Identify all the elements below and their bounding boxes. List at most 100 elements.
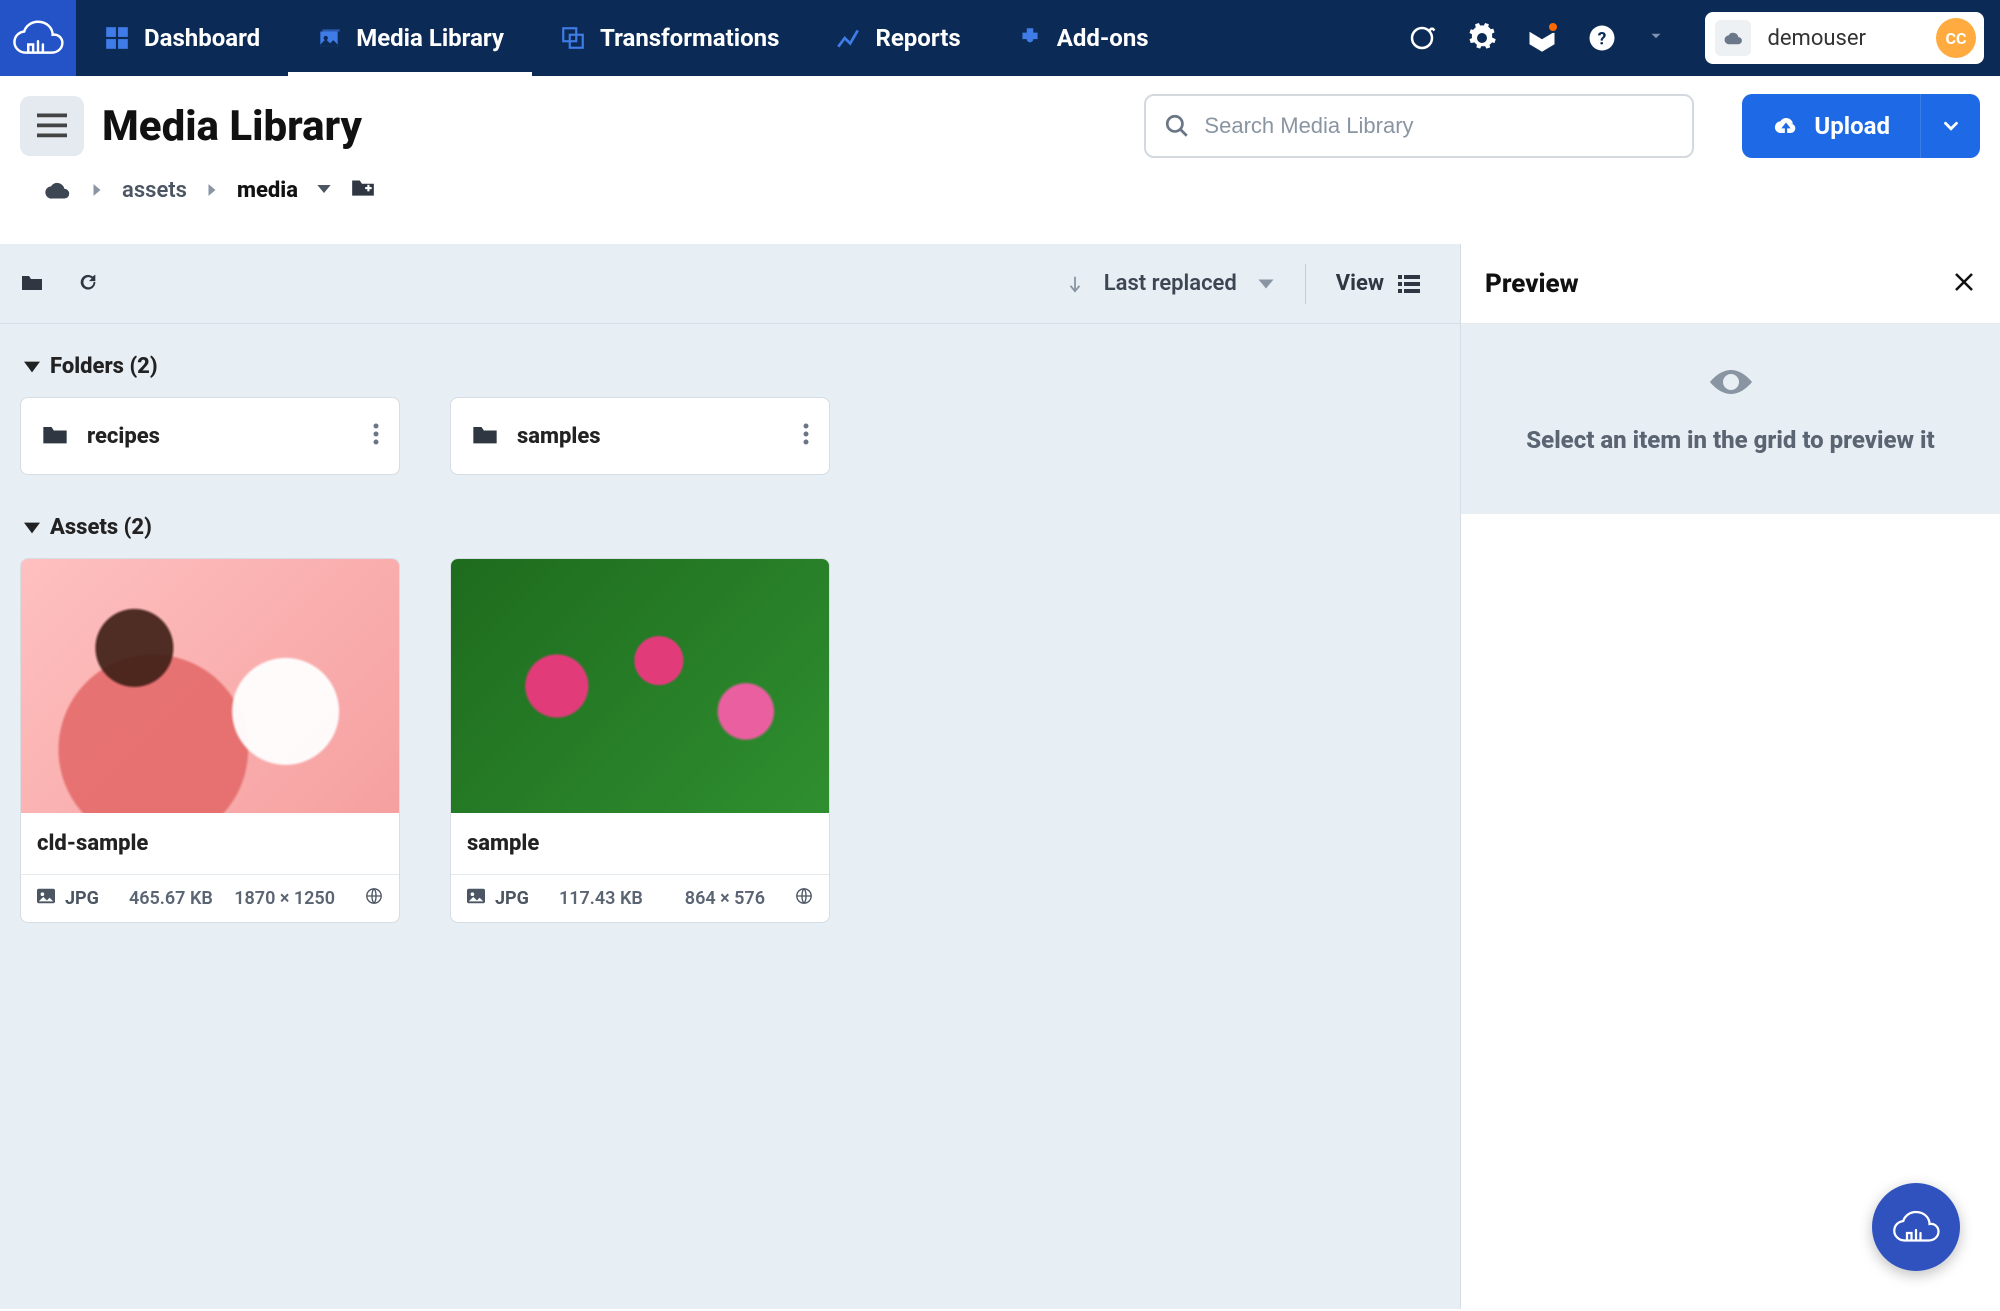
folder-icon — [41, 422, 69, 450]
folders-section-label: Folders (2) — [50, 354, 158, 379]
search-input[interactable] — [1204, 113, 1674, 139]
search-icon — [1164, 113, 1190, 139]
sort-direction-icon — [1066, 275, 1084, 293]
divider — [1305, 264, 1306, 304]
asset-size: 465.67 KB — [129, 888, 213, 909]
notification-dot — [1547, 21, 1559, 33]
help-icon[interactable]: ? — [1587, 23, 1617, 53]
breadcrumb: assets media — [0, 176, 2000, 244]
asset-name: cld-sample — [21, 813, 399, 874]
folder-more-icon[interactable] — [803, 422, 809, 450]
svg-text:?: ? — [1598, 29, 1607, 49]
public-icon — [795, 887, 813, 910]
folders-section-header[interactable]: Folders (2) — [20, 344, 1440, 397]
breadcrumb-assets[interactable]: assets — [122, 178, 187, 203]
upload-dropdown-button[interactable] — [1920, 94, 1980, 158]
nav-reports[interactable]: Reports — [807, 0, 988, 76]
breadcrumb-dropdown-icon[interactable] — [316, 178, 332, 203]
close-preview-button[interactable] — [1952, 270, 1976, 298]
refresh-icon[interactable] — [76, 271, 100, 297]
preview-header: Preview — [1461, 244, 2000, 324]
main-area: Last replaced View Folders (2) re — [0, 244, 2000, 1309]
asset-type: JPG — [65, 888, 99, 909]
grid-toolbar: Last replaced View — [0, 244, 1460, 324]
asset-dimensions: 1870 × 1250 — [234, 888, 335, 909]
search-box[interactable] — [1144, 94, 1694, 158]
public-icon — [365, 887, 383, 910]
assets-section-header[interactable]: Assets (2) — [20, 505, 1440, 558]
page-title: Media Library — [102, 102, 362, 151]
top-nav: Dashboard Media Library Transformations … — [0, 0, 2000, 76]
preview-panel: Preview Select an item in the grid to pr… — [1460, 244, 2000, 1309]
reports-icon — [835, 25, 861, 51]
chevron-right-icon — [205, 178, 219, 203]
nav-items: Dashboard Media Library Transformations … — [76, 0, 1177, 76]
media-icon — [316, 25, 342, 51]
help-dropdown-icon[interactable] — [1647, 27, 1665, 49]
upload-button[interactable]: Upload — [1742, 94, 1920, 158]
asset-meta: JPG 117.43 KB 864 × 576 — [451, 874, 829, 922]
folder-card[interactable]: samples — [450, 397, 830, 475]
asset-name: sample — [451, 813, 829, 874]
chevron-right-icon — [90, 178, 104, 203]
asset-thumbnail — [21, 559, 399, 813]
collapse-icon — [24, 522, 40, 534]
help-fab-button[interactable] — [1872, 1183, 1960, 1271]
folder-card[interactable]: recipes — [20, 397, 400, 475]
cloud-icon — [1715, 20, 1751, 56]
nav-label: Media Library — [356, 24, 504, 52]
menu-toggle-button[interactable] — [20, 96, 84, 156]
assets-row: cld-sample JPG 465.67 KB 1870 × 1250 sam… — [20, 558, 1440, 923]
asset-thumbnail — [451, 559, 829, 813]
asset-size: 117.43 KB — [559, 888, 643, 909]
asset-meta: JPG 465.67 KB 1870 × 1250 — [21, 874, 399, 922]
eye-icon — [1707, 385, 1755, 404]
asset-card[interactable]: cld-sample JPG 465.67 KB 1870 × 1250 — [20, 558, 400, 923]
nav-label: Add-ons — [1057, 24, 1149, 52]
upload-icon — [1772, 114, 1800, 138]
view-label: View — [1336, 271, 1384, 296]
folder-more-icon[interactable] — [373, 422, 379, 450]
avatar: CC — [1936, 18, 1976, 58]
nav-label: Transformations — [600, 24, 779, 52]
nav-right: ? demouser CC — [1407, 0, 2000, 76]
preview-title: Preview — [1485, 269, 1579, 299]
cloud-root-icon[interactable] — [42, 179, 72, 201]
collapse-icon — [24, 361, 40, 373]
notifications-icon[interactable] — [1527, 23, 1557, 53]
settings-icon[interactable] — [1467, 23, 1497, 53]
folder-icon — [471, 422, 499, 450]
asset-type: JPG — [495, 888, 529, 909]
asset-card[interactable]: sample JPG 117.43 KB 864 × 576 — [450, 558, 830, 923]
sort-label: Last replaced — [1104, 271, 1237, 296]
new-folder-button[interactable] — [350, 176, 376, 204]
username: demouser — [1761, 26, 1926, 51]
image-type-icon — [37, 888, 55, 909]
folder-name: recipes — [87, 424, 355, 449]
view-toggle[interactable]: View — [1336, 271, 1440, 296]
addons-icon — [1017, 25, 1043, 51]
account-switcher[interactable]: demouser CC — [1705, 12, 1984, 64]
sort-dropdown[interactable]: Last replaced — [1066, 271, 1275, 296]
list-view-icon — [1398, 275, 1420, 293]
transform-icon — [560, 25, 586, 51]
nav-dashboard[interactable]: Dashboard — [76, 0, 288, 76]
upload-label: Upload — [1814, 112, 1890, 140]
breadcrumb-media[interactable]: media — [237, 178, 298, 203]
dashboard-icon — [104, 25, 130, 51]
grid-area: Last replaced View Folders (2) re — [0, 244, 1460, 1309]
announcements-icon[interactable] — [1407, 23, 1437, 53]
nav-add-ons[interactable]: Add-ons — [989, 0, 1177, 76]
app-logo[interactable] — [0, 0, 76, 76]
nav-media-library[interactable]: Media Library — [288, 0, 532, 76]
folder-toggle-icon[interactable] — [20, 271, 44, 297]
nav-transformations[interactable]: Transformations — [532, 0, 807, 76]
content: Last replaced View Folders (2) re — [0, 244, 2000, 1309]
nav-label: Dashboard — [144, 24, 260, 52]
preview-empty-state: Select an item in the grid to preview it — [1461, 324, 2000, 514]
asset-dimensions: 864 × 576 — [685, 888, 765, 909]
folder-name: samples — [517, 424, 785, 449]
assets-section-label: Assets (2) — [50, 515, 152, 540]
image-type-icon — [467, 888, 485, 909]
page-header: Media Library Upload — [0, 76, 2000, 176]
